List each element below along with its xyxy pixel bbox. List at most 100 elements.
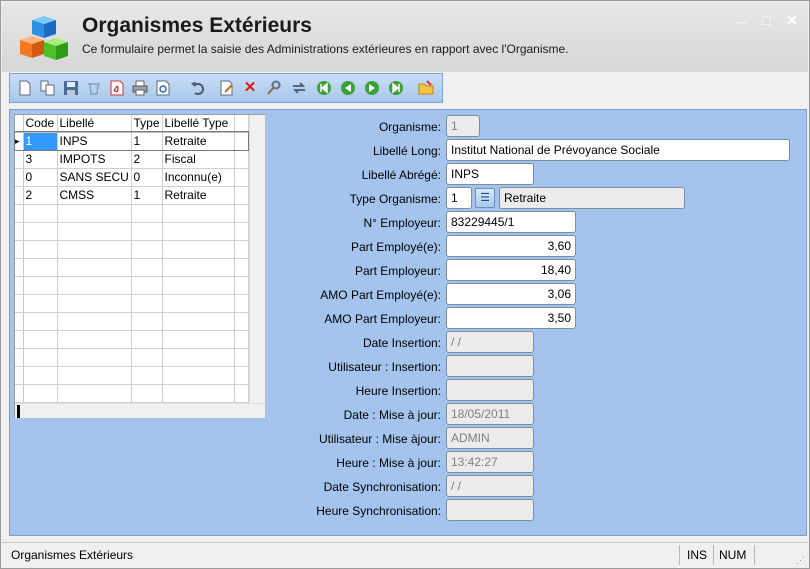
column-header-libelle[interactable]: Libellé: [57, 115, 132, 133]
first-icon[interactable]: [316, 80, 332, 96]
maximize-icon[interactable]: □: [762, 12, 770, 28]
table-cell[interactable]: [162, 222, 235, 241]
records-grid[interactable]: Code Libellé Type Libellé Type ▸ 1 INPS 1 Re…: [14, 114, 265, 418]
table-cell[interactable]: [131, 204, 163, 223]
part-employeur-field[interactable]: 18,40: [446, 259, 576, 281]
table-cell[interactable]: [162, 258, 235, 277]
organisme-field[interactable]: 1: [446, 115, 480, 137]
next-icon[interactable]: [364, 80, 380, 96]
table-cell[interactable]: 1: [131, 132, 163, 151]
last-icon[interactable]: [388, 80, 404, 96]
amo-part-employeur-field[interactable]: 3,50: [446, 307, 576, 329]
table-cell[interactable]: Inconnu(e): [162, 168, 235, 187]
table-cell[interactable]: [162, 330, 235, 349]
empty-table-row[interactable]: [15, 276, 249, 295]
duplicate-icon[interactable]: [40, 80, 56, 96]
table-cell[interactable]: [23, 348, 58, 367]
table-cell[interactable]: [162, 204, 235, 223]
table-cell[interactable]: [162, 366, 235, 385]
table-cell[interactable]: Retraite: [162, 186, 235, 205]
table-cell[interactable]: [57, 384, 132, 403]
table-cell[interactable]: [131, 348, 163, 367]
table-cell[interactable]: 2: [131, 150, 163, 169]
table-cell[interactable]: [23, 222, 58, 241]
table-cell[interactable]: [131, 384, 163, 403]
pdf-icon[interactable]: [109, 80, 125, 96]
table-cell[interactable]: 1: [131, 186, 163, 205]
new-icon[interactable]: [17, 80, 33, 96]
empty-table-row[interactable]: [15, 294, 249, 313]
empty-table-row[interactable]: [15, 384, 249, 403]
table-cell[interactable]: [57, 312, 132, 331]
table-cell[interactable]: [57, 348, 132, 367]
empty-table-row[interactable]: [15, 366, 249, 385]
type-organisme-lookup-button[interactable]: ☰: [475, 188, 495, 208]
table-cell[interactable]: [57, 222, 132, 241]
delete-record-icon[interactable]: [86, 80, 102, 96]
table-cell[interactable]: Fiscal: [162, 150, 235, 169]
empty-table-row[interactable]: [15, 222, 249, 241]
table-cell[interactable]: [57, 294, 132, 313]
column-header-libelle-type[interactable]: Libellé Type: [162, 115, 235, 133]
table-cell[interactable]: [57, 276, 132, 295]
table-cell[interactable]: 0: [23, 168, 58, 187]
table-cell[interactable]: [23, 276, 58, 295]
table-cell[interactable]: [162, 384, 235, 403]
table-cell[interactable]: 0: [131, 168, 163, 187]
table-cell[interactable]: 1: [23, 132, 58, 151]
table-row[interactable]: 0 SANS SECU 0 Inconnu(e): [15, 168, 249, 187]
table-cell[interactable]: IMPOTS: [57, 150, 132, 169]
table-cell[interactable]: [57, 240, 132, 259]
empty-table-row[interactable]: [15, 258, 249, 277]
resize-grip-icon[interactable]: ⋰: [796, 555, 805, 566]
previous-icon[interactable]: [340, 80, 356, 96]
table-row[interactable]: ▸ 1 INPS 1 Retraite: [14, 131, 249, 151]
type-organisme-field[interactable]: 1: [446, 187, 472, 209]
table-cell[interactable]: SANS SECU: [57, 168, 132, 187]
table-cell[interactable]: [23, 366, 58, 385]
table-cell[interactable]: 3: [23, 150, 58, 169]
amo-part-employe-field[interactable]: 3,06: [446, 283, 576, 305]
vertical-scrollbar[interactable]: [249, 115, 265, 403]
close-icon[interactable]: ✕: [786, 12, 798, 29]
table-cell[interactable]: [57, 366, 132, 385]
empty-table-row[interactable]: [15, 348, 249, 367]
edit-icon[interactable]: [219, 80, 235, 96]
table-cell[interactable]: [23, 312, 58, 331]
table-cell[interactable]: [23, 258, 58, 277]
table-cell[interactable]: [131, 240, 163, 259]
table-cell[interactable]: [57, 330, 132, 349]
save-icon[interactable]: [63, 80, 79, 96]
empty-table-row[interactable]: [15, 312, 249, 331]
empty-table-row[interactable]: [15, 240, 249, 259]
empty-table-row[interactable]: [15, 330, 249, 349]
table-cell[interactable]: [23, 204, 58, 223]
libelle-long-field[interactable]: Institut National de Prévoyance Sociale: [446, 139, 790, 161]
table-cell[interactable]: [162, 312, 235, 331]
libelle-abrege-field[interactable]: INPS: [446, 163, 534, 185]
table-cell[interactable]: [131, 222, 163, 241]
print-icon[interactable]: [132, 80, 148, 96]
table-cell[interactable]: [23, 240, 58, 259]
table-row[interactable]: 2 CMSS 1 Retraite: [15, 186, 249, 205]
no-employeur-field[interactable]: 83229445/1: [446, 211, 576, 233]
empty-table-row[interactable]: [15, 204, 249, 223]
refresh-icon[interactable]: [291, 80, 307, 96]
undo-icon[interactable]: [190, 80, 206, 96]
column-header-type[interactable]: Type: [131, 115, 163, 133]
column-header-code[interactable]: Code: [23, 115, 58, 133]
table-cell[interactable]: [131, 258, 163, 277]
folder-icon[interactable]: [418, 80, 434, 96]
cancel-icon[interactable]: ✕: [242, 80, 258, 96]
table-cell[interactable]: [57, 258, 132, 277]
table-cell[interactable]: [162, 240, 235, 259]
table-cell[interactable]: [131, 294, 163, 313]
table-cell[interactable]: [162, 294, 235, 313]
table-cell[interactable]: [23, 384, 58, 403]
minimize-icon[interactable]: _: [738, 8, 747, 26]
table-cell[interactable]: [131, 330, 163, 349]
horizontal-scrollbar[interactable]: [15, 403, 265, 418]
part-employe-field[interactable]: 3,60: [446, 235, 576, 257]
search-icon[interactable]: [266, 80, 282, 96]
table-cell[interactable]: CMSS: [57, 186, 132, 205]
